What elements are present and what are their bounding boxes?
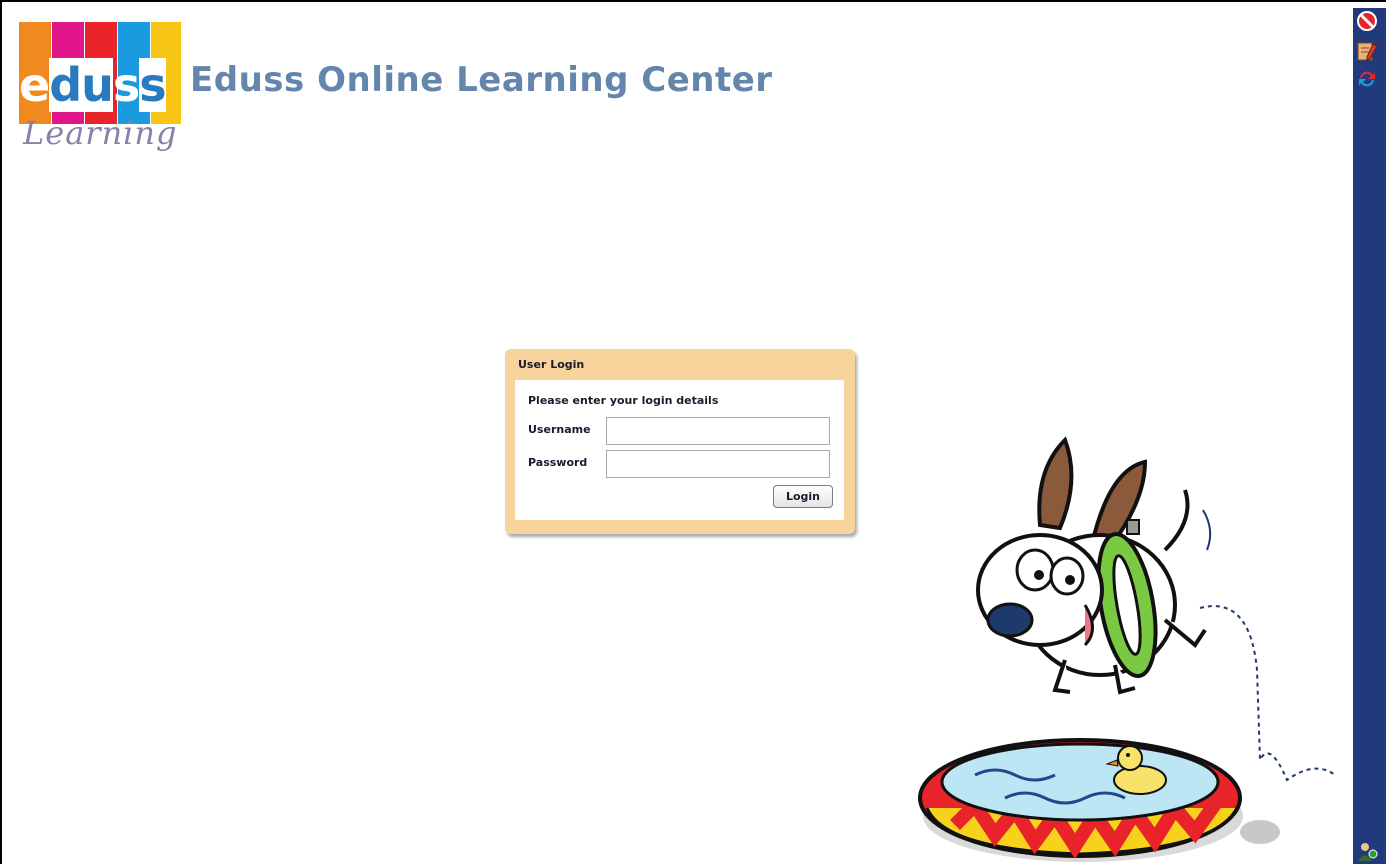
username-label: Username [528, 423, 591, 436]
notepad-pencil-icon[interactable] [1356, 40, 1378, 62]
login-form: Please enter your login details Username… [515, 380, 844, 520]
password-input[interactable] [606, 450, 830, 478]
user-icon[interactable] [1356, 840, 1378, 862]
logo-letter-e: e [19, 58, 50, 112]
eduss-logo: eduss Learning [19, 22, 181, 154]
panel-title: User Login [518, 358, 585, 371]
logo-letter-s1: s [112, 58, 140, 112]
username-input[interactable] [606, 417, 830, 445]
stop-icon[interactable] [1356, 10, 1378, 32]
user-login-panel: User Login Please enter your login detai… [505, 349, 855, 534]
refresh-arrows-icon[interactable] [1356, 68, 1378, 90]
logo-wordmark: eduss [19, 58, 181, 112]
dog-pool-illustration [918, 436, 1336, 862]
logo-letters-du: du [49, 58, 114, 112]
password-label: Password [528, 456, 588, 469]
page-title: Eduss Online Learning Center [190, 60, 773, 100]
login-button[interactable]: Login [773, 485, 833, 508]
logo-script-text: Learning [23, 114, 178, 152]
login-instructions: Please enter your login details [528, 394, 719, 407]
right-sidebar [1353, 8, 1386, 864]
logo-letter-s2: s [139, 58, 167, 112]
